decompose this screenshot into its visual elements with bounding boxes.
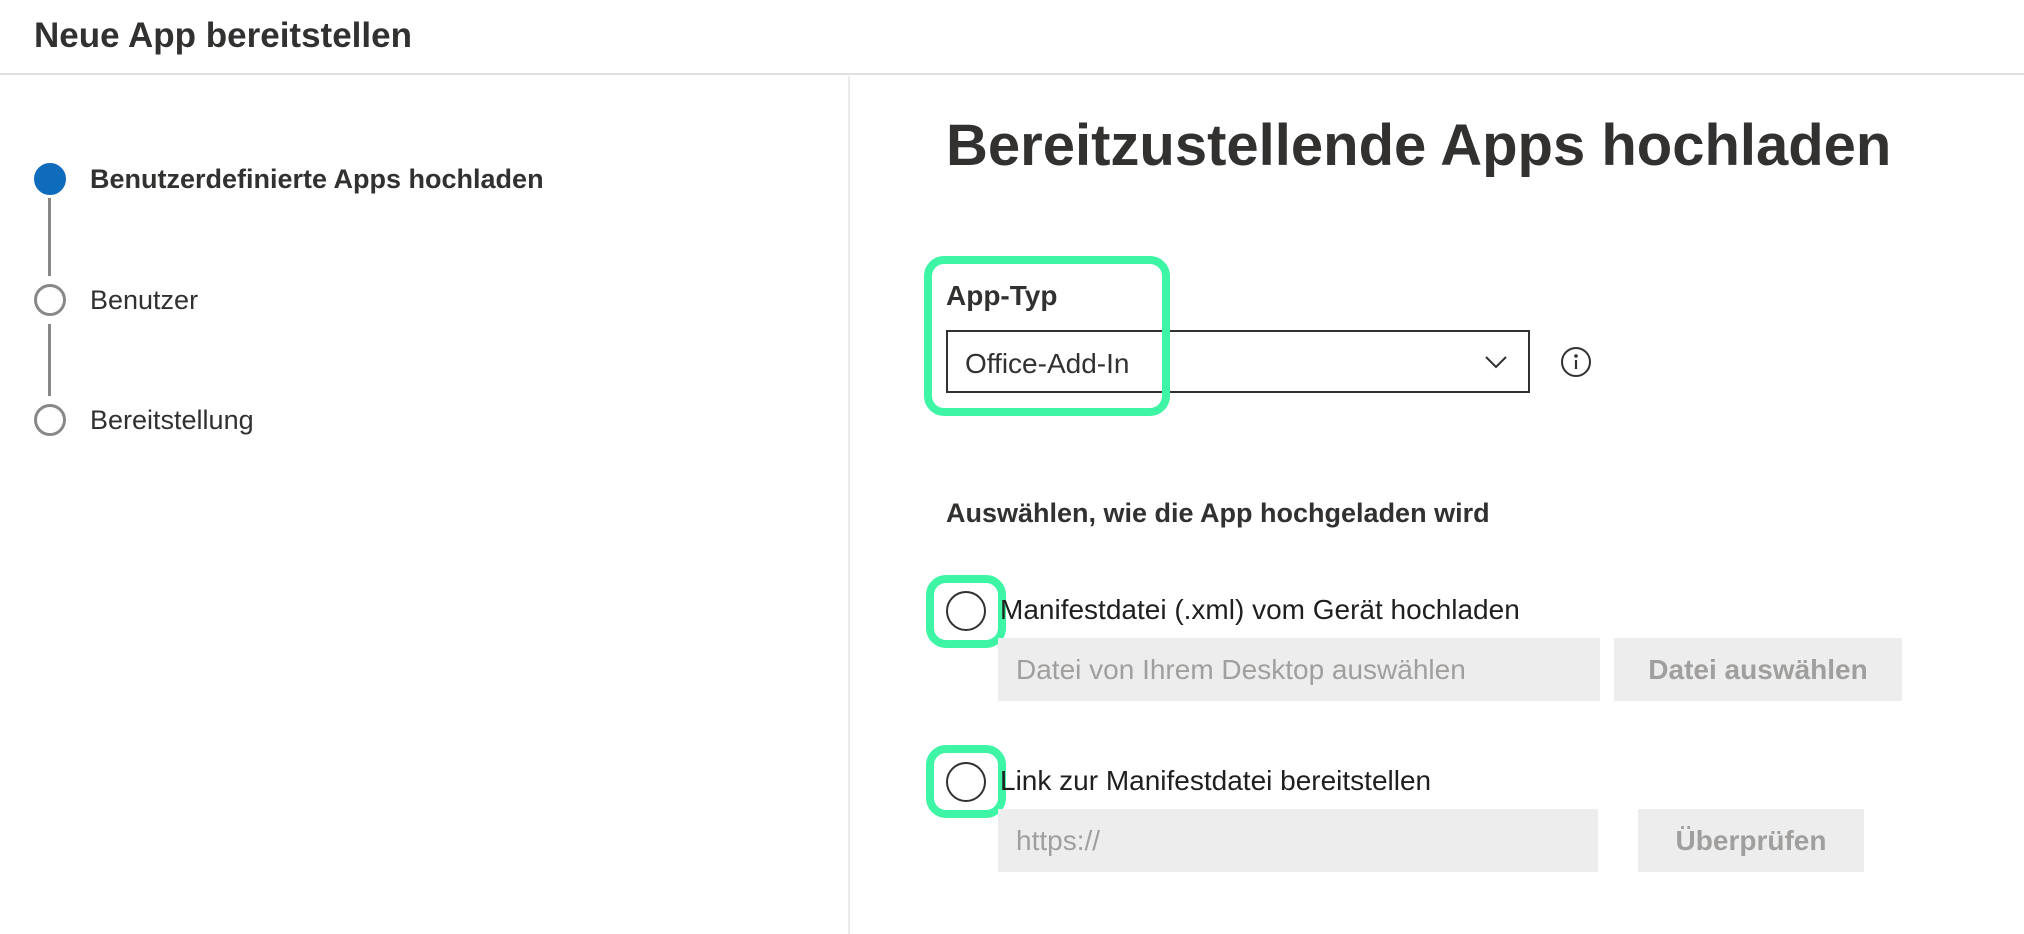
app-type-selected-value: Office-Add-In — [965, 348, 1130, 379]
radio-upload-manifest-file[interactable] — [946, 591, 986, 631]
page-title: Neue App bereitstellen — [34, 16, 412, 55]
upload-method-label: Auswählen, wie die App hochgeladen wird — [946, 498, 1490, 528]
step-indicator — [34, 404, 66, 436]
page-header: Neue App bereitstellen — [0, 0, 2024, 75]
manifest-url-input[interactable] — [998, 809, 1598, 872]
chevron-down-icon — [1485, 356, 1507, 369]
panel-divider — [848, 76, 850, 934]
step-indicator — [34, 284, 66, 316]
step-label: Benutzer — [90, 285, 199, 315]
radio-label-manifest-link: Link zur Manifestdatei bereitstellen — [1000, 765, 1432, 796]
app-type-label: App-Typ — [946, 280, 1058, 311]
step-label: Bereitstellung — [90, 405, 254, 435]
step-connector — [48, 324, 51, 396]
info-icon[interactable] — [1560, 346, 1592, 378]
radio-label-upload-manifest-file: Manifestdatei (.xml) vom Gerät hochladen — [1000, 594, 1520, 625]
app-type-dropdown[interactable]: Office-Add-In — [946, 330, 1530, 393]
step-label: Benutzerdefinierte Apps hochladen — [90, 164, 544, 194]
section-title: Bereitzustellende Apps hochladen — [946, 113, 1892, 178]
manifest-file-input[interactable] — [998, 638, 1600, 701]
step-indicator-active — [34, 163, 66, 195]
verify-button[interactable]: Überprüfen — [1638, 809, 1864, 872]
step-connector — [48, 198, 51, 276]
radio-manifest-link[interactable] — [946, 762, 986, 802]
choose-file-button[interactable]: Datei auswählen — [1614, 638, 1902, 701]
